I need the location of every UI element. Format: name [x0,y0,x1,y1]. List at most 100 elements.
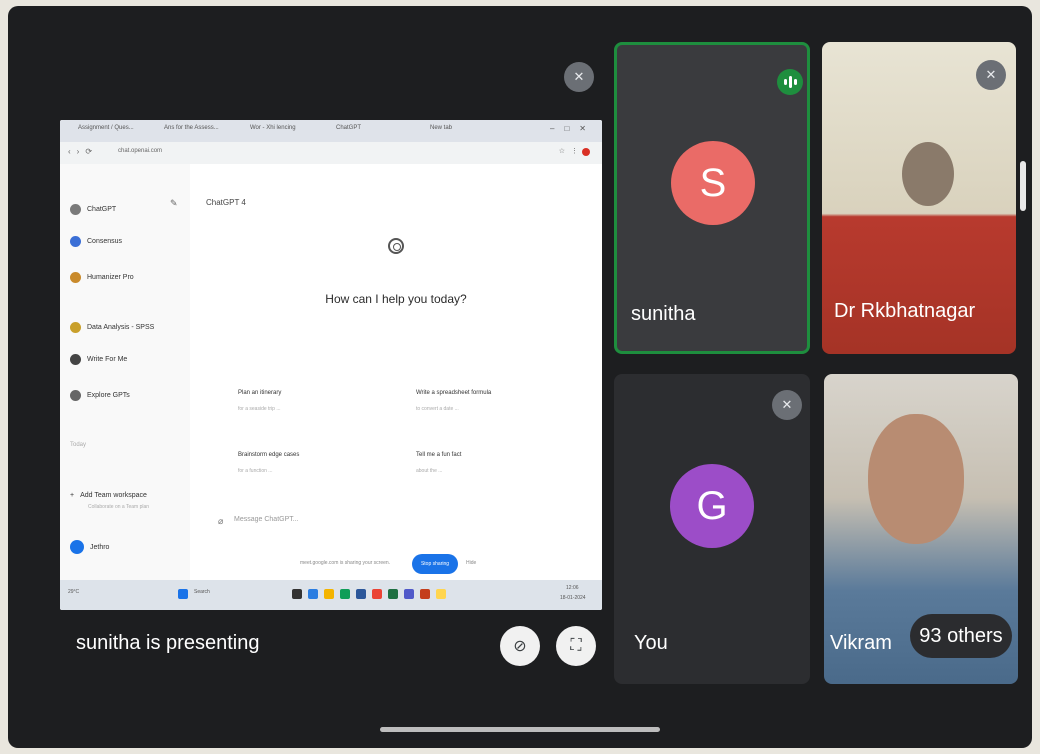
teams-icon [404,589,414,599]
sidebar-item-label: Explore GPTs [87,392,130,399]
taskbar-date: 18-01-2024 [560,595,586,601]
unpin-icon: ⊘ [513,638,527,655]
chatgpt-sidebar: ChatGPT Consensus Humanizer Pro Data Ana… [60,164,190,580]
avatar [70,540,84,554]
suggestion-card: Write a spreadsheet formula to convert a… [416,390,491,412]
section-today: Today [70,442,87,448]
taskbar-time: 12:06 [566,585,579,591]
team-workspace: + Add Team workspace [70,492,147,499]
participant-name: Dr Rkbhatnagar [834,300,976,322]
suggestion-card: Tell me a fun fact about the ... [416,452,461,474]
browser-tab: ChatGPT [336,125,362,131]
participant-name: Vikram [830,632,892,654]
sidebar-item-label: Data Analysis - SPSS [87,324,155,331]
user-name: Jethro [90,543,110,551]
mic-off-icon: ✕ [772,390,802,420]
task-view-icon [292,589,302,599]
sidebar-item-write-for-me: Write For Me [70,354,127,365]
grid-icon [70,390,81,401]
suggestion-subtitle: for a seaside trip ... [238,406,281,412]
excel-icon [388,589,398,599]
word-icon [356,589,366,599]
sidebar-item-chatgpt: ChatGPT [70,204,116,215]
suggestion-card: Brainstorm edge cases for a function ... [238,452,299,474]
model-selector: ChatGPT 4 [206,198,246,207]
window-controls-icon: –□✕ [550,124,596,133]
sidebar-item-label: Humanizer Pro [87,274,134,281]
windows-taskbar: 29°C Search 12:06 18-01-2024 [60,580,602,610]
sidebar-item-explore: Explore GPTs [70,390,130,401]
avatar: G [670,464,754,548]
address-bar: ‹›⟳ chat.openai.com ☆⋮ [60,142,602,165]
message-input: ⌀ Message ChatGPT... [218,516,588,536]
browser-tab: Ans for the Assess... [164,125,219,131]
suggestion-subtitle: for a function ... [238,468,273,474]
powerpoint-icon [420,589,430,599]
home-indicator [380,727,660,732]
browser-tab: Wor - Xhi lencing [250,125,296,131]
humanizer-icon [70,272,81,283]
message-placeholder: Message ChatGPT... [234,516,299,523]
consensus-icon [70,236,81,247]
openai-logo-icon [388,238,404,254]
mic-off-icon: ✕ [564,62,594,92]
weather-text: 29°C [68,589,80,595]
user-profile: Jethro [70,540,109,554]
nav-arrows-icon: ‹›⟳ [68,147,99,156]
sidebar-item-label: Consensus [87,238,123,245]
participant-video [902,142,954,206]
taskbar-search: Search [194,589,210,595]
fullscreen-button[interactable]: ⛶ [556,626,596,666]
chatgpt-icon [70,204,81,215]
fullscreen-icon: ⛶ [570,637,582,654]
welcome-headline: How can I help you today? [325,292,467,306]
participant-tile-rkbhatnagar[interactable]: ✕ Dr Rkbhatnagar [822,42,1016,354]
avatar: S [671,141,755,225]
sidebar-item-consensus: Consensus [70,236,122,247]
url-text: chat.openai.com [118,148,163,154]
participant-tile-sunitha[interactable]: S sunitha [614,42,810,354]
pen-icon [70,354,81,365]
hide-link: Hide [466,560,477,566]
suggestion-subtitle: to convert a date ... [416,406,459,412]
data-analysis-icon [70,322,81,333]
record-dot-icon [582,148,590,156]
share-notice-text: meet.google.com is sharing your screen. [300,560,391,566]
chrome-icon [372,589,382,599]
suggestion-title: Brainstorm edge cases [238,452,300,458]
sidebar-item-label: Write For Me [87,356,128,363]
participant-video [868,414,964,544]
attach-icon: ⌀ [218,516,224,526]
plus-icon: + [70,492,75,499]
unpin-button[interactable]: ⊘ [500,626,540,666]
suggestion-title: Tell me a fun fact [416,452,462,458]
workspace-title: Add Team workspace [80,492,147,499]
sidebar-item-label: ChatGPT [87,206,117,213]
scrollbar[interactable] [1020,161,1026,211]
meet-window: ✕ Assignment / Ques... Ans for the Asses… [8,6,1032,748]
notes-icon [436,589,446,599]
presenter-label: sunitha is presenting [76,632,260,654]
speaking-indicator-icon [777,69,803,95]
presentation-area: ✕ Assignment / Ques... Ans for the Asses… [8,6,608,748]
participant-name: You [634,632,668,654]
participant-name: sunitha [631,303,696,325]
stop-sharing-button: Stop sharing [412,554,458,574]
suggestion-title: Write a spreadsheet formula [416,390,492,396]
suggestion-title: Plan an itinerary [238,390,282,396]
windows-start-icon [178,589,188,599]
browser-tab: Assignment / Ques... [78,125,134,131]
participant-tile-you[interactable]: ✕ G You [614,374,810,684]
edge-icon [308,589,318,599]
mic-off-icon: ✕ [976,60,1006,90]
suggestion-subtitle: about the ... [416,468,443,474]
workspace-subtitle: Collaborate on a Team plan [88,504,150,510]
browser-tab-bar: Assignment / Ques... Ans for the Assess.… [60,120,602,142]
browser-tab: New tab [430,125,453,131]
extensions-icon: ☆⋮ [558,148,584,155]
new-chat-icon: ✎ [170,198,178,208]
chatgpt-main: ✎ ChatGPT 4 How can I help you today? Pl… [170,164,602,580]
others-count-button[interactable]: 93 others [910,614,1012,658]
sidebar-item-data-analysis: Data Analysis - SPSS [70,322,154,333]
app-icon [340,589,350,599]
